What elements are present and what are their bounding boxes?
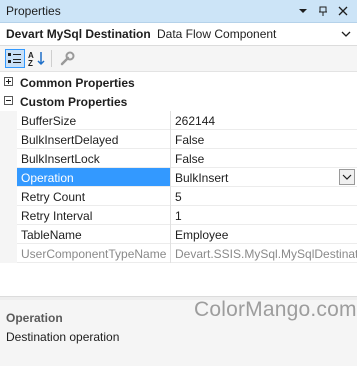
watermark: ColorMango.com	[194, 298, 357, 321]
property-name: BulkInsertDelayed	[17, 130, 170, 149]
property-row[interactable]: Retry Interval 1	[0, 206, 357, 225]
property-name: BulkInsertLock	[17, 149, 170, 168]
property-row[interactable]: TableName Employee	[0, 225, 357, 244]
window-title: Properties	[6, 4, 61, 18]
categorized-view-button[interactable]	[5, 49, 25, 68]
property-name: Retry Count	[17, 187, 170, 206]
alphabetical-sort-button[interactable]: A Z	[27, 49, 47, 68]
dropdown-arrow-icon[interactable]	[296, 4, 310, 18]
property-name: TableName	[17, 225, 170, 244]
description-text: Destination operation	[6, 330, 120, 344]
category-label: Common Properties	[20, 76, 135, 90]
description-title: Operation	[6, 311, 63, 325]
property-row-selected[interactable]: Operation BulkInsert	[0, 168, 357, 187]
property-name: Operation	[17, 168, 170, 187]
property-grid: Common Properties Custom Properties Buff…	[0, 73, 357, 263]
collapse-icon[interactable]	[4, 96, 13, 105]
object-selector[interactable]: Devart MySql Destination Data Flow Compo…	[0, 23, 357, 46]
category-common-properties[interactable]: Common Properties	[0, 73, 357, 92]
toolbar-separator	[51, 50, 52, 67]
chevron-down-icon[interactable]	[339, 169, 355, 185]
object-type: Data Flow Component	[157, 27, 277, 41]
property-value[interactable]: BulkInsert	[171, 168, 357, 187]
pin-icon[interactable]	[316, 4, 330, 18]
category-label: Custom Properties	[20, 95, 128, 109]
property-row[interactable]: BulkInsertLock False	[0, 149, 357, 168]
close-icon[interactable]	[336, 4, 350, 18]
wrench-icon[interactable]	[57, 49, 77, 68]
property-name: BufferSize	[17, 111, 170, 130]
properties-title-bar: Properties	[0, 0, 357, 23]
property-value[interactable]: 5	[171, 187, 357, 206]
property-value: Devart.SSIS.MySql.MySqlDestination	[171, 244, 357, 263]
property-value[interactable]: False	[171, 130, 357, 149]
property-value[interactable]: 1	[171, 206, 357, 225]
expand-icon[interactable]	[4, 77, 13, 86]
property-value[interactable]: False	[171, 149, 357, 168]
category-custom-properties[interactable]: Custom Properties	[0, 92, 357, 111]
property-name: UserComponentTypeName	[17, 244, 170, 263]
chevron-down-icon[interactable]	[339, 27, 353, 41]
property-name: Retry Interval	[17, 206, 170, 225]
property-row[interactable]: Retry Count 5	[0, 187, 357, 206]
property-row[interactable]: BulkInsertDelayed False	[0, 130, 357, 149]
property-value[interactable]: Employee	[171, 225, 357, 244]
property-value[interactable]: 262144	[171, 111, 357, 130]
svg-text:Z: Z	[28, 59, 33, 68]
property-toolbar: A Z	[0, 46, 357, 72]
object-name: Devart MySql Destination	[6, 27, 151, 41]
property-row[interactable]: BufferSize 262144	[0, 111, 357, 130]
property-row-readonly[interactable]: UserComponentTypeName Devart.SSIS.MySql.…	[0, 244, 357, 263]
